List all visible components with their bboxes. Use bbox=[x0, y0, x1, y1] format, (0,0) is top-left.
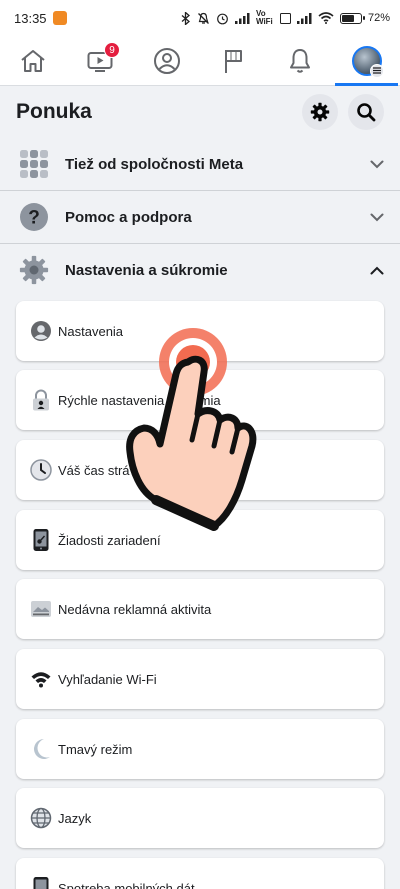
meta-apps-icon bbox=[16, 146, 52, 182]
page-title: Ponuka bbox=[16, 100, 92, 123]
watch-badge: 9 bbox=[104, 42, 120, 58]
notification-app-icon bbox=[52, 11, 67, 25]
device-icon bbox=[28, 527, 54, 553]
settings-item-label: Nastavenia bbox=[58, 323, 124, 339]
status-bar: 13:35 Vo WiFi 72% bbox=[0, 0, 400, 36]
menu-lines-icon bbox=[369, 63, 384, 78]
settings-item-dark-mode[interactable]: Tmavý režim bbox=[16, 719, 384, 779]
settings-item-privacy-shortcuts[interactable]: Rýchle nastavenia súkromia bbox=[16, 370, 384, 430]
tab-watch[interactable]: 9 bbox=[67, 36, 134, 85]
gear-icon bbox=[310, 102, 330, 122]
avatar-menu-icon bbox=[351, 45, 384, 78]
chevron-up-icon bbox=[370, 266, 384, 274]
menu-header: Ponuka bbox=[0, 86, 400, 138]
settings-item-recent-ad-activity[interactable]: Nedávna reklamná aktivita bbox=[16, 579, 384, 639]
sim-icon bbox=[279, 12, 291, 24]
tab-home[interactable] bbox=[0, 36, 67, 85]
settings-item-label: Rýchle nastavenia súkromia bbox=[58, 392, 221, 408]
settings-item-device-requests[interactable]: Žiadosti zariadení bbox=[16, 510, 384, 570]
globe-icon bbox=[28, 805, 54, 831]
settings-item-time-on-facebook[interactable]: Váš čas strávený na Facebooku bbox=[16, 440, 384, 500]
vowifi-label: Vo WiFi bbox=[255, 9, 273, 26]
profile-icon bbox=[153, 47, 180, 74]
section-settings-label: Nastavenia a súkromie bbox=[65, 261, 228, 279]
settings-item-mobile-data[interactable]: Spotreba mobilných dát bbox=[16, 858, 384, 889]
status-icons: Vo WiFi 72% bbox=[181, 10, 390, 26]
settings-item-label: Žiadosti zariadení bbox=[58, 532, 161, 548]
battery-percent: 72 bbox=[367, 12, 381, 24]
settings-item-label: Váš čas strávený na Facebooku bbox=[58, 462, 243, 478]
wifi-icon bbox=[28, 666, 54, 692]
header-actions bbox=[302, 94, 384, 130]
mute-icon bbox=[198, 12, 209, 24]
signal-icon-2 bbox=[296, 12, 312, 24]
chevron-down-icon bbox=[370, 213, 384, 221]
section-settings-privacy[interactable]: Nastavenia a súkromie bbox=[0, 243, 400, 297]
section-help[interactable]: ? Pomoc a podpora bbox=[0, 190, 400, 244]
privacy-lock-icon bbox=[28, 387, 54, 413]
alarm-icon bbox=[217, 13, 228, 24]
tab-pages[interactable] bbox=[200, 36, 267, 85]
settings-item-label: Spotreba mobilných dát bbox=[58, 880, 195, 889]
settings-item-label: Jazyk bbox=[58, 810, 92, 826]
settings-item-label: Nedávna reklamná aktivita bbox=[58, 601, 212, 617]
help-question-icon: ? bbox=[16, 199, 52, 235]
tab-menu[interactable] bbox=[333, 36, 400, 86]
settings-button[interactable] bbox=[302, 94, 338, 130]
settings-item-label: Vyhľadanie Wi-Fi bbox=[58, 671, 157, 687]
battery-icon bbox=[339, 12, 365, 24]
tab-profile[interactable] bbox=[133, 36, 200, 85]
account-icon bbox=[28, 318, 54, 344]
moon-icon bbox=[28, 736, 54, 762]
status-time: 13:35 bbox=[14, 10, 47, 26]
bell-icon bbox=[290, 48, 311, 73]
signal-icon bbox=[234, 12, 250, 24]
tab-notifications[interactable] bbox=[267, 36, 334, 85]
section-meta[interactable]: Tiež od spoločnosti Meta bbox=[0, 137, 400, 191]
chevron-down-icon bbox=[370, 160, 384, 168]
settings-gear-icon bbox=[16, 252, 52, 288]
settings-item-label: Tmavý režim bbox=[58, 741, 133, 757]
tab-bar: 9 bbox=[0, 36, 400, 86]
settings-item-language[interactable]: Jazyk bbox=[16, 788, 384, 848]
settings-item-settings[interactable]: Nastavenia bbox=[16, 301, 384, 361]
svg-text:?: ? bbox=[28, 208, 40, 229]
phone-data-icon bbox=[28, 875, 54, 889]
settings-item-find-wifi[interactable]: Vyhľadanie Wi-Fi bbox=[16, 649, 384, 709]
wifi-status-icon bbox=[318, 12, 334, 24]
clock-icon bbox=[28, 457, 54, 483]
battery-percent-suffix: % bbox=[380, 12, 390, 24]
ad-activity-icon bbox=[28, 596, 54, 622]
search-icon bbox=[357, 103, 376, 122]
flag-icon bbox=[225, 49, 243, 73]
section-meta-label: Tiež od spoločnosti Meta bbox=[65, 155, 244, 173]
search-button[interactable] bbox=[348, 94, 384, 130]
section-help-label: Pomoc a podpora bbox=[65, 208, 192, 226]
bluetooth-icon bbox=[181, 11, 190, 25]
home-icon bbox=[21, 49, 45, 72]
